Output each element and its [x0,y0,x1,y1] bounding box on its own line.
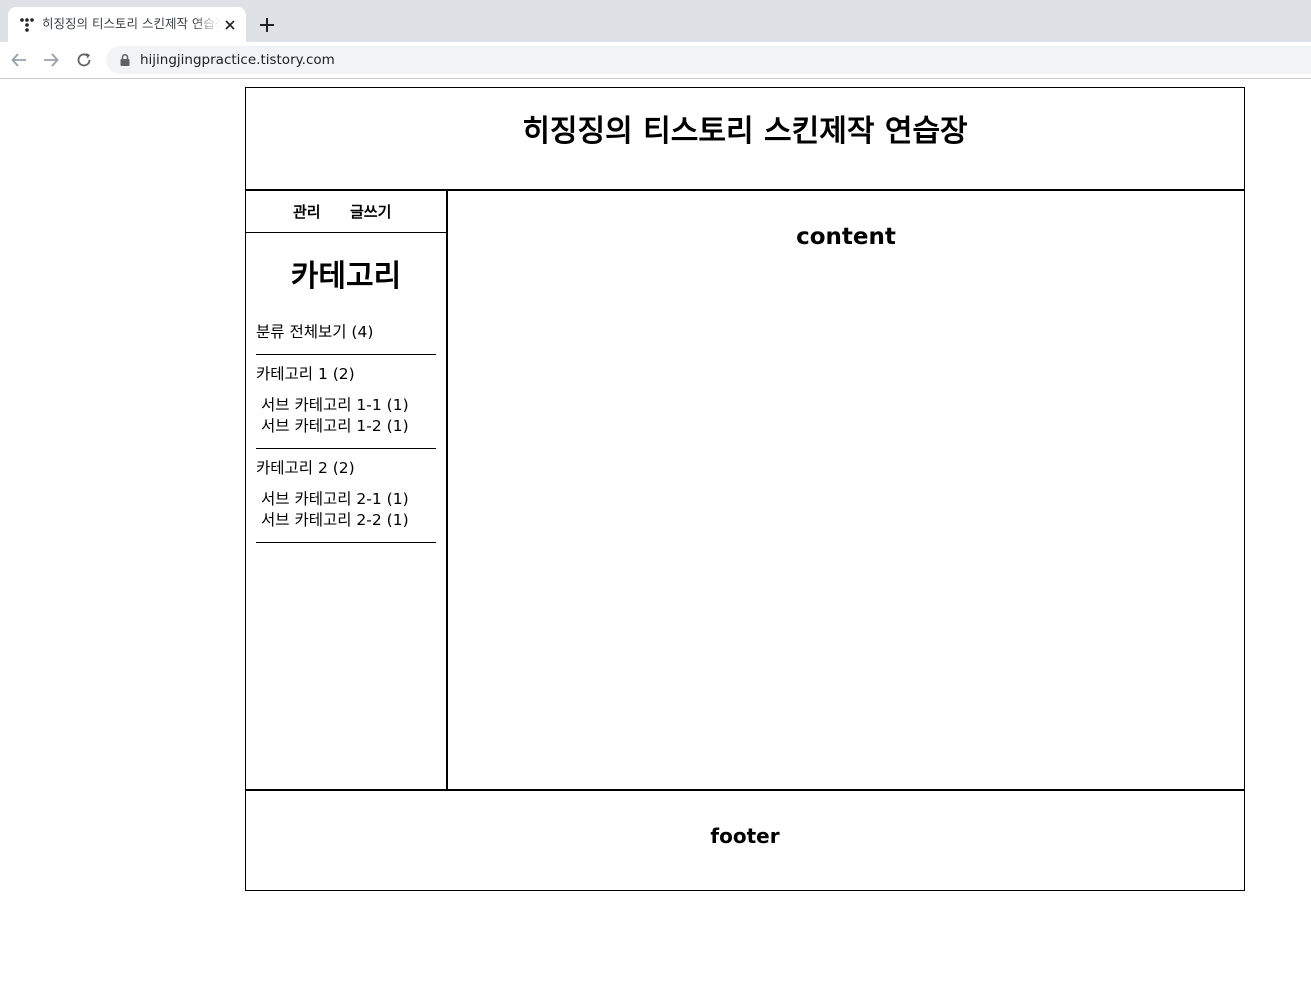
sidebar: 관리 글쓰기 카테고리 분류 전체보기 (4) 카테고리 1 (2) 서브 카테… [246,191,448,789]
lock-icon[interactable] [118,53,132,67]
category-heading: 카테고리 [290,259,402,294]
tab-title: 히징징의 티스토리 스킨제작 연습장 [42,16,220,31]
page-wrapper: 히징징의 티스토리 스킨제작 연습장 관리 글쓰기 카테고리 분류 전체보기 (… [245,87,1245,891]
site-header: 히징징의 티스토리 스킨제작 연습장 [246,88,1244,191]
category-divider [256,354,436,355]
category-divider [256,448,436,449]
arrow-right-icon[interactable] [42,51,60,69]
content-title: content [796,224,896,250]
browser-tabstrip: 히징징의 티스토리 스킨제작 연습장 [0,0,1311,42]
close-icon[interactable] [222,17,238,33]
browser-tab[interactable]: 히징징의 티스토리 스킨제작 연습장 [8,7,246,42]
subcategory-item[interactable]: 서브 카테고리 2-2 (1) [261,510,409,530]
category-divider [256,542,436,543]
subcategory-item[interactable]: 서브 카테고리 1-2 (1) [261,416,409,436]
url-text[interactable]: hijingjingpractice.tistory.com [140,52,335,68]
tistory-icon [20,18,34,32]
address-bar[interactable]: hijingjingpractice.tistory.com [106,46,1311,74]
subcategory-item[interactable]: 서브 카테고리 2-1 (1) [261,489,409,509]
arrow-left-icon[interactable] [10,51,28,69]
browser-toolbar: hijingjingpractice.tistory.com [0,42,1311,79]
site-title[interactable]: 히징징의 티스토리 스킨제작 연습장 [246,112,1244,152]
category-all-posts[interactable]: 분류 전체보기 (4) [256,322,373,342]
reload-icon[interactable] [75,51,93,69]
site-footer: footer [246,789,1244,890]
plus-icon[interactable] [258,16,276,34]
admin-bar: 관리 글쓰기 [246,191,446,233]
category-item[interactable]: 카테고리 1 (2) [256,364,355,384]
write-post-link[interactable]: 글쓰기 [350,203,391,221]
category-item[interactable]: 카테고리 2 (2) [256,458,355,478]
content-area: content [448,191,1244,789]
footer-text: footer [710,824,780,848]
manage-link[interactable]: 관리 [293,203,321,221]
subcategory-item[interactable]: 서브 카테고리 1-1 (1) [261,395,409,415]
